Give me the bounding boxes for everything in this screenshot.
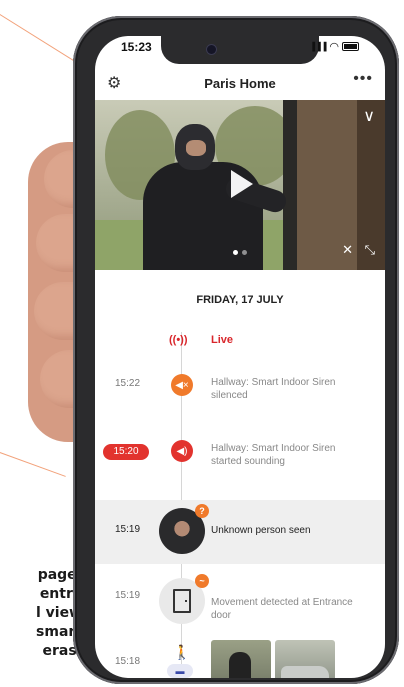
siren-muted-icon: ◀× [171, 374, 193, 396]
event-time: 15:18 [115, 656, 141, 667]
event-text: Unknown person seen [211, 525, 311, 536]
motion-badge-icon: ~ [195, 574, 209, 588]
app-header: ⚙ Paris Home ••• [95, 70, 385, 100]
event-text: Hallway: Smart Indoor Siren silenced [211, 377, 336, 401]
car-icon: ▬ [167, 664, 193, 678]
phone-frame: 15:23 ▐▐▐ ◠ ⚙ Paris Home ••• ∨ ✕ ⤡ FRIDA… [73, 16, 399, 684]
video-player[interactable]: ∨ ✕ ⤡ [95, 100, 385, 270]
video-door [283, 100, 297, 270]
status-time: 15:23 [121, 40, 152, 54]
event-time: 15:19 [115, 524, 141, 535]
live-label[interactable]: Live [211, 334, 233, 346]
decorative-line [0, 452, 66, 477]
event-text: Hallway: Smart Indoor Siren started soun… [211, 443, 336, 467]
event-time: 15:19 [115, 590, 141, 601]
expand-icon[interactable]: ⤡ [365, 242, 375, 258]
carousel-dots[interactable] [233, 250, 247, 255]
battery-icon [342, 42, 359, 51]
event-text: Movement detected at Entrance door [211, 597, 353, 621]
event-thumbnail-person[interactable] [211, 640, 271, 678]
chevron-down-icon[interactable]: ∨ [363, 106, 375, 126]
live-icon: ((•)) [169, 334, 188, 346]
event-time: 15:22 [115, 378, 141, 389]
video-person-face [186, 140, 206, 156]
marketing-caption: page. entry l view smart eras. [35, 567, 82, 659]
phone-screen: 15:23 ▐▐▐ ◠ ⚙ Paris Home ••• ∨ ✕ ⤡ FRIDA… [95, 36, 385, 678]
unknown-badge: ? [195, 504, 209, 518]
mute-icon[interactable]: ✕ [342, 242, 353, 258]
status-icons: ▐▐▐ ◠ [309, 40, 359, 53]
more-options-icon[interactable]: ••• [353, 70, 373, 88]
wifi-icon: ◠ [329, 41, 339, 53]
event-thumbnail-car[interactable] [275, 640, 335, 678]
play-icon[interactable] [231, 170, 253, 198]
siren-sounding-icon: ◀) [171, 440, 193, 462]
walking-person-icon: 🚶 [173, 644, 191, 660]
timeline-date: FRIDAY, 17 JULY [196, 294, 284, 306]
door-icon [173, 589, 191, 613]
camera-icon [207, 45, 216, 54]
event-time-badge: 15:20 [103, 444, 149, 460]
phone-notch [161, 36, 319, 64]
page-title: Paris Home [204, 76, 276, 91]
signal-icon: ▐▐▐ [309, 42, 327, 51]
